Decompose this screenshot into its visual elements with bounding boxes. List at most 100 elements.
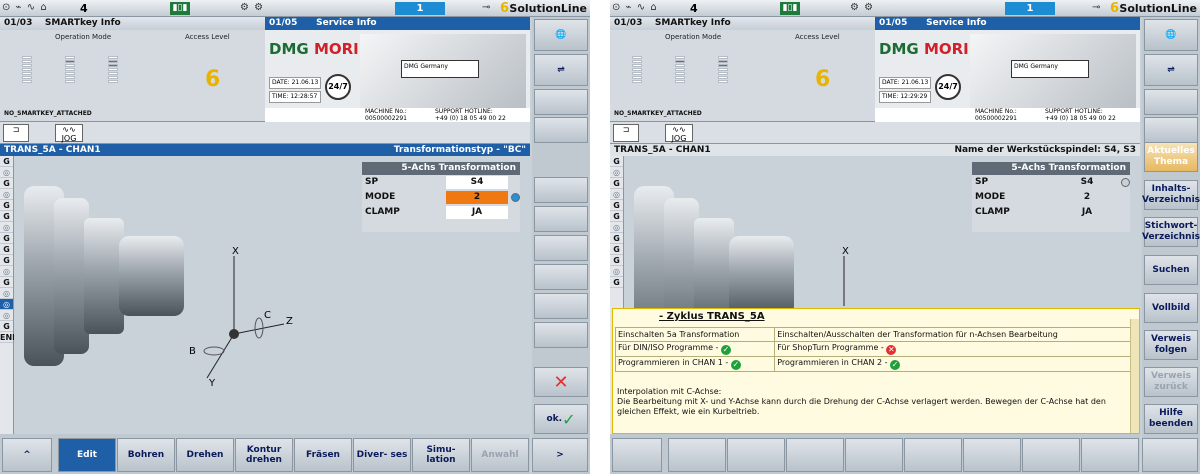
simulation-button[interactable]: Simu- lation: [412, 438, 470, 472]
vsoftkey-8[interactable]: [534, 322, 588, 348]
contents-button[interactable]: Inhalts- Verzeichnis: [1142, 180, 1200, 210]
index-button[interactable]: Stichwort- Verzeichnis: [1142, 217, 1200, 247]
help-cell: Einschalten 5a Transformation: [614, 327, 776, 342]
diverses-button[interactable]: Diver- ses: [353, 438, 411, 472]
program-block[interactable]: ◎: [0, 189, 13, 200]
vsoftkey-1[interactable]: [1144, 89, 1198, 115]
program-block[interactable]: G: [0, 255, 13, 266]
help-scrollbar[interactable]: [1130, 319, 1139, 433]
ok-button[interactable]: ok. ✓: [534, 404, 588, 434]
hsoftkey-4[interactable]: [786, 438, 844, 472]
hsoftkey-9[interactable]: [1081, 438, 1139, 472]
program-block[interactable]: ◎: [0, 266, 13, 277]
channel-indicator[interactable]: 1: [1005, 2, 1055, 15]
keyswitch-icon[interactable]: ⇌: [1144, 54, 1198, 86]
param-row-mode: MODE 2: [972, 190, 1130, 205]
program-block[interactable]: G: [610, 200, 623, 211]
param-sp-field[interactable]: S4: [1056, 176, 1118, 189]
hsoftkey-5[interactable]: [845, 438, 903, 472]
vsoftkey-5[interactable]: [534, 235, 588, 261]
program-block[interactable]: ◎: [610, 189, 623, 200]
program-block[interactable]: ◎: [0, 288, 13, 299]
program-block[interactable]: G: [0, 156, 13, 167]
drehen-button[interactable]: Drehen: [176, 438, 234, 472]
program-block[interactable]: G: [0, 233, 13, 244]
keyswitch-icon[interactable]: ⇌: [534, 54, 588, 86]
program-block[interactable]: ◎: [0, 310, 13, 321]
param-clamp-field[interactable]: JA: [1056, 206, 1118, 219]
kontur-drehen-button[interactable]: Kontur drehen: [235, 438, 293, 472]
key-icon: ⊸: [482, 2, 492, 13]
program-block[interactable]: G: [610, 178, 623, 189]
program-block[interactable]: ◎: [0, 299, 13, 310]
exit-help-button[interactable]: Hilfe beenden: [1144, 404, 1198, 434]
fullscreen-button[interactable]: Vollbild: [1144, 293, 1198, 323]
toggle-select-icon[interactable]: [1121, 178, 1130, 187]
globe-icon[interactable]: 🌐: [534, 19, 588, 51]
hsoftkey-8[interactable]: [1022, 438, 1080, 472]
program-block[interactable]: G: [610, 244, 623, 255]
next-button[interactable]: >: [532, 438, 588, 472]
param-mode-field[interactable]: 2: [1056, 191, 1118, 204]
program-block[interactable]: G: [0, 211, 13, 222]
anwahl-button[interactable]: Anwahl: [471, 438, 529, 472]
program-block[interactable]: G: [610, 277, 623, 288]
program-block[interactable]: G: [0, 200, 13, 211]
param-clamp-field[interactable]: JA: [446, 206, 508, 219]
vsoftkey-3[interactable]: [534, 177, 588, 203]
program-block[interactable]: ◎: [610, 222, 623, 233]
current-topic-button[interactable]: Aktuelles Thema: [1144, 142, 1198, 172]
param-mode-field[interactable]: 2: [446, 191, 508, 204]
hsoftkey-6[interactable]: [904, 438, 962, 472]
program-block[interactable]: G: [0, 277, 13, 288]
y-axis-line: [206, 333, 235, 379]
program-block[interactable]: G: [610, 211, 623, 222]
channel-indicator[interactable]: 1: [395, 2, 445, 15]
program-block[interactable]: G: [610, 233, 623, 244]
search-button[interactable]: Suchen: [1144, 255, 1198, 285]
hsoftkey-3[interactable]: [727, 438, 785, 472]
vsoftkey-2[interactable]: [1144, 117, 1198, 143]
param-sp-field[interactable]: S4: [446, 176, 508, 189]
program-block[interactable]: ◎: [610, 266, 623, 277]
hsoftkey-1[interactable]: [612, 438, 662, 472]
parameter-header: 5-Achs Transformation: [972, 162, 1130, 175]
back-arrow-icon[interactable]: ⊐: [3, 124, 29, 142]
program-block[interactable]: G: [0, 244, 13, 255]
vsoftkey-2[interactable]: [534, 117, 588, 143]
status-icons: ⊙ ⌁ ∿ ⌂: [2, 2, 48, 13]
status-count: 4: [690, 2, 698, 15]
toggle-select-icon[interactable]: [511, 193, 520, 202]
vsoftkey-1[interactable]: [534, 89, 588, 115]
program-block[interactable]: END: [0, 332, 19, 343]
vsoftkey-6[interactable]: [534, 264, 588, 290]
edit-button[interactable]: Edit: [58, 438, 116, 472]
hsoftkey-10[interactable]: [1142, 438, 1198, 472]
fraesen-button[interactable]: Fräsen: [294, 438, 352, 472]
program-block-list[interactable]: G ◎ G ◎ G G ◎ G G G ◎ G ◎ ◎ ◎ G END: [0, 156, 19, 434]
cancel-button[interactable]: ✕: [534, 367, 588, 397]
program-block[interactable]: G: [0, 321, 13, 332]
back-arrow-icon[interactable]: ⊐: [613, 124, 639, 142]
vsoftkey-4[interactable]: [534, 206, 588, 232]
param-row-clamp: CLAMP JA: [362, 205, 520, 220]
bohren-button[interactable]: Bohren: [117, 438, 175, 472]
globe-icon[interactable]: 🌐: [1144, 19, 1198, 51]
program-block[interactable]: ◎: [610, 167, 623, 178]
mode-indicator-1: [632, 55, 642, 83]
hsoftkey-2[interactable]: [668, 438, 726, 472]
program-block[interactable]: ◎: [0, 222, 13, 233]
hsoftkey-7[interactable]: [963, 438, 1021, 472]
link-back-button[interactable]: Verweis zurück: [1144, 367, 1198, 397]
program-block[interactable]: ◎: [0, 167, 13, 178]
program-block[interactable]: G: [610, 156, 623, 167]
recall-up-button[interactable]: ^: [2, 438, 52, 472]
key-icon: ⊸: [1092, 2, 1102, 13]
vsoftkey-7[interactable]: [534, 293, 588, 319]
follow-link-button[interactable]: Verweis folgen: [1144, 330, 1198, 360]
jog-mode[interactable]: ∿∿ JOG: [55, 124, 83, 143]
jog-mode[interactable]: ∿∿ JOG: [665, 124, 693, 143]
status-icons: ⊙ ⌁ ∿ ⌂: [612, 2, 658, 13]
program-block[interactable]: G: [0, 178, 13, 189]
program-block[interactable]: G: [610, 255, 623, 266]
